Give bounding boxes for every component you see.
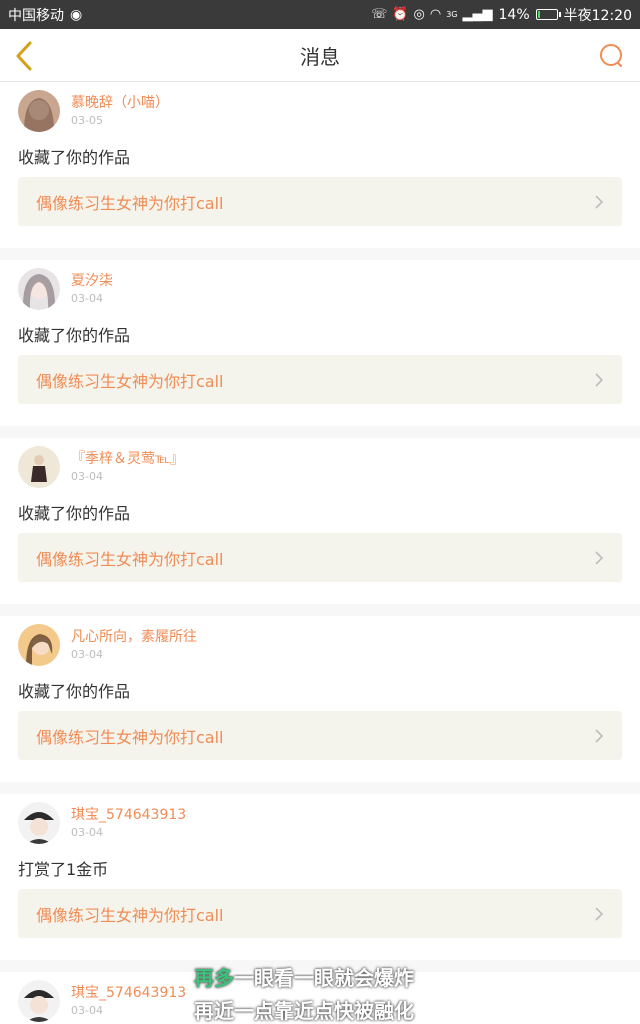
- chevron-right-icon: [595, 372, 604, 387]
- chevron-right-icon: [595, 906, 604, 921]
- work-title: 偶像练习生女神为你打call: [36, 371, 224, 391]
- message-card: 『季梓＆灵莺℡』 03-04 收藏了你的作品 偶像练习生女神为你打call: [0, 438, 640, 616]
- work-title: 偶像练习生女神为你打call: [36, 193, 224, 213]
- battery-fill: [537, 11, 541, 18]
- nav-bar: 消息: [0, 29, 640, 82]
- message-date: 03-04: [71, 292, 103, 305]
- user-name[interactable]: 『季梓＆灵莺℡』: [71, 448, 184, 468]
- work-link[interactable]: 偶像练习生女神为你打call: [18, 711, 622, 760]
- avatar[interactable]: [18, 802, 60, 844]
- signal-icon: ◉: [70, 6, 83, 23]
- user-name[interactable]: 琪宝_574643913: [71, 804, 186, 824]
- chevron-right-icon: [595, 194, 604, 209]
- lyrics-line-1: 再多一眼看一眼就会爆炸: [194, 962, 414, 995]
- action-text: 收藏了你的作品: [18, 326, 131, 345]
- wifi-icon: ◠: [429, 7, 442, 22]
- page-title: 消息: [300, 44, 340, 69]
- status-bar: 中国移动 ◉ ☏ ⏰ ◎ ◠ 3G ▂▄▆ 14% 半夜12:20: [0, 0, 640, 29]
- status-right: ☏ ⏰ ◎ ◠ 3G ▂▄▆ 14% 半夜12:20: [371, 5, 632, 25]
- action-text: 收藏了你的作品: [18, 682, 131, 701]
- message-card: 琪宝_574643913 03-04 打赏了1金币 偶像练习生女神为你打call: [0, 794, 640, 972]
- work-link[interactable]: 偶像练习生女神为你打call: [18, 355, 622, 404]
- user-name[interactable]: 慕晚辞（小喵）: [71, 92, 169, 112]
- message-date: 03-04: [71, 470, 103, 483]
- clock: 半夜12:20: [563, 7, 632, 24]
- action-text: 打赏了1金币: [18, 860, 109, 879]
- message-card: 凡心所向，素履所往 03-04 收藏了你的作品 偶像练习生女神为你打call: [0, 616, 640, 794]
- work-link[interactable]: 偶像练习生女神为你打call: [18, 177, 622, 226]
- vibrate-icon: ☏: [371, 7, 388, 22]
- lyrics-line-2: 再近一点靠近点快被融化: [194, 999, 414, 1023]
- work-title: 偶像练习生女神为你打call: [36, 905, 224, 925]
- lyrics-overlay: 再多一眼看一眼就会爆炸 再近一点靠近点快被融化: [194, 962, 414, 1024]
- lyrics-line-1-rest: 一眼看一眼就会爆炸: [234, 966, 414, 990]
- network-type: 3G: [446, 10, 458, 19]
- alarm-icon: ⏰: [392, 7, 409, 22]
- message-date: 03-04: [71, 648, 103, 661]
- carrier-label: 中国移动: [8, 7, 64, 24]
- avatar[interactable]: [18, 446, 60, 488]
- work-link[interactable]: 偶像练习生女神为你打call: [18, 533, 622, 582]
- message-feed: 慕晚辞（小喵） 03-05 收藏了你的作品 偶像练习生女神为你打call 夏汐柒…: [0, 82, 640, 1024]
- message-date: 03-05: [71, 114, 103, 127]
- action-text: 收藏了你的作品: [18, 504, 131, 523]
- action-text: 收藏了你的作品: [18, 148, 131, 167]
- avatar[interactable]: [18, 268, 60, 310]
- status-icons: ☏ ⏰ ◎ ◠ 3G ▂▄▆: [371, 7, 492, 22]
- battery-percent: 14%: [498, 6, 530, 23]
- work-title: 偶像练习生女神为你打call: [36, 727, 224, 747]
- user-name[interactable]: 凡心所向，素履所往: [71, 626, 197, 646]
- avatar[interactable]: [18, 980, 60, 1022]
- work-link[interactable]: 偶像练习生女神为你打call: [18, 889, 622, 938]
- message-date: 03-04: [71, 1004, 103, 1017]
- user-name[interactable]: 夏汐柒: [71, 270, 113, 290]
- chevron-left-icon[interactable]: [12, 39, 36, 73]
- battery-icon: [535, 9, 561, 20]
- eye-icon: ◎: [413, 7, 425, 22]
- message-card: 慕晚辞（小喵） 03-05 收藏了你的作品 偶像练习生女神为你打call: [0, 82, 640, 260]
- chevron-right-icon: [595, 550, 604, 565]
- work-title: 偶像练习生女神为你打call: [36, 549, 224, 569]
- avatar[interactable]: [18, 624, 60, 666]
- user-name[interactable]: 琪宝_574643913: [71, 982, 186, 1002]
- cell-signal-icon: ▂▄▆: [462, 7, 493, 22]
- message-date: 03-04: [71, 826, 103, 839]
- lyrics-highlight: 再多: [194, 966, 234, 990]
- status-left: 中国移动 ◉: [8, 5, 82, 25]
- search-icon[interactable]: [598, 42, 626, 70]
- message-card: 夏汐柒 03-04 收藏了你的作品 偶像练习生女神为你打call: [0, 260, 640, 438]
- chevron-right-icon: [595, 728, 604, 743]
- avatar[interactable]: [18, 90, 60, 132]
